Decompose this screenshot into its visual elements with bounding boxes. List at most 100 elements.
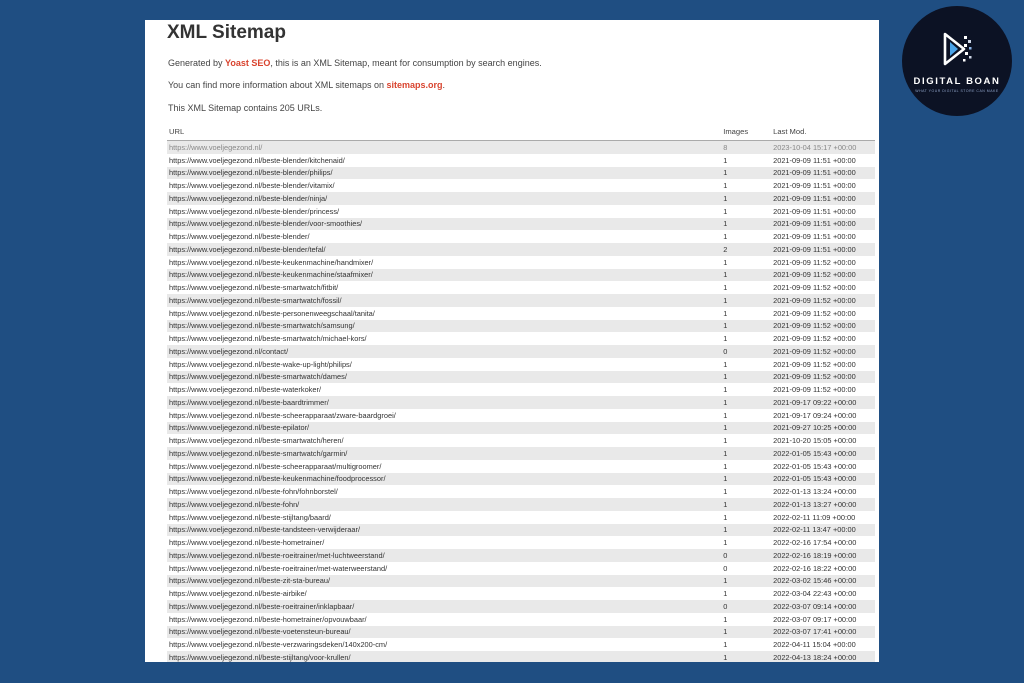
table-body: https://www.voeljegezond.nl/8 2023-10-04 … (167, 140, 875, 662)
row-images-count: 1 (723, 523, 774, 537)
table-row: https://www.voeljegezond.nl/beste-hometr… (167, 536, 875, 549)
row-images-count: 1 (723, 410, 728, 420)
row-url-link[interactable]: https://www.voeljegezond.nl/beste-verzwa… (167, 638, 723, 651)
row-images-count: 1 (723, 268, 774, 282)
row-url-link[interactable]: https://www.voeljegezond.nl/beste-keuken… (167, 268, 724, 282)
table-row: https://www.voeljegezond.nl/beste-roeitr… (167, 549, 875, 562)
row-url-link[interactable]: https://www.voeljegezond.nl/beste-smartw… (167, 294, 724, 307)
row-url-link[interactable]: https://www.voeljegezond.nl/beste-blende… (167, 230, 723, 243)
row-url-link[interactable]: https://www.voeljegezond.nl/beste-baardt… (167, 396, 724, 409)
intro-suffix: , this is an XML Sitemap, meant for cons… (270, 58, 542, 68)
row-last-modified: 2021-09-09 11:52 +00:00 (773, 283, 856, 293)
row-last-modified: 2022-01-05 15:43 +00:00 (773, 447, 875, 460)
row-url-link[interactable]: https://www.voeljegezond.nl/beste-epilat… (167, 421, 724, 435)
row-url-link[interactable]: https://www.voeljegezond.nl/beste-stijlt… (167, 511, 723, 524)
row-last-modified: 2021-09-09 11:52 +00:00 (773, 345, 875, 358)
table-row: https://www.voeljegezond.nl/beste-baardt… (167, 396, 875, 409)
table-row: https://www.voeljegezond.nl/beste-waterk… (167, 383, 875, 396)
row-url-link[interactable]: https://www.voeljegezond.nl/beste-smartw… (167, 319, 724, 333)
row-url-link[interactable]: https://www.voeljegezond.nl/beste-smartw… (167, 281, 723, 294)
row-url-link[interactable]: https://www.voeljegezond.nl/beste-roeitr… (167, 549, 724, 562)
row-url-link[interactable]: https://www.voeljegezond.nl/beste-keuken… (167, 472, 724, 486)
row-last-modified: 2021-09-09 11:51 +00:00 (773, 206, 856, 216)
row-url-link[interactable]: https://www.voeljegezond.nl/beste-scheer… (167, 409, 723, 422)
row-url-link[interactable]: https://www.voeljegezond.nl/beste-airbik… (167, 587, 723, 600)
table-row: https://www.voeljegezond.nl/beste-scheer… (167, 460, 875, 473)
table-row: https://www.voeljegezond.nl/beste-blende… (167, 217, 875, 231)
table-row: https://www.voeljegezond.nl/beste-smartw… (167, 332, 875, 345)
row-last-modified: 2021-09-09 11:51 +00:00 (773, 232, 856, 242)
row-url-link[interactable]: https://www.voeljegezond.nl/beste-voeten… (167, 625, 724, 639)
row-images-count: 1 (723, 498, 774, 511)
table-row: https://www.voeljegezond.nl/beste-blende… (167, 166, 875, 180)
row-images-count: 1 (723, 192, 774, 205)
header-url[interactable]: URL (167, 125, 724, 141)
row-last-modified: 2021-09-09 11:51 +00:00 (773, 243, 875, 256)
row-url-link[interactable]: https://www.voeljegezond.nl/beste-stijlt… (167, 651, 724, 662)
row-url-link[interactable]: https://www.voeljegezond.nl/contact/ (167, 345, 724, 358)
table-row: https://www.voeljegezond.nl/beste-smartw… (167, 434, 875, 447)
row-url-link[interactable]: https://www.voeljegezond.nl/beste-blende… (167, 217, 724, 231)
header-last-mod[interactable]: Last Mod. (773, 125, 875, 141)
row-url-link[interactable]: https://www.voeljegezond.nl/beste-waterk… (167, 383, 723, 396)
table-row: https://www.voeljegezond.nl/beste-stijlt… (167, 511, 875, 524)
header-images[interactable]: Images (723, 125, 774, 141)
row-url-link[interactable]: https://www.voeljegezond.nl/beste-roeitr… (167, 600, 724, 613)
row-images-count: 1 (723, 294, 774, 307)
row-url-link[interactable]: https://www.voeljegezond.nl/beste-blende… (167, 179, 723, 192)
row-images-count: 1 (723, 436, 728, 446)
sitemaps-org-link[interactable]: sitemaps.org (386, 80, 442, 90)
table-row: https://www.voeljegezond.nl/beste-smartw… (167, 294, 875, 307)
row-url-link[interactable]: https://www.voeljegezond.nl/beste-fohn/ (167, 498, 724, 511)
table-row: https://www.voeljegezond.nl/beste-smartw… (167, 281, 875, 294)
table-row: https://www.voeljegezond.nl/beste-airbik… (167, 587, 875, 600)
row-url-link[interactable]: https://www.voeljegezond.nl/ (167, 140, 724, 154)
row-url-link[interactable]: https://www.voeljegezond.nl/beste-roeitr… (167, 562, 723, 575)
row-images-count: 1 (723, 651, 774, 662)
row-last-modified: 2022-01-13 13:27 +00:00 (773, 498, 875, 511)
table-row: https://www.voeljegezond.nl/beste-voeten… (167, 625, 875, 639)
row-last-modified: 2021-09-09 11:52 +00:00 (773, 359, 856, 369)
row-url-link[interactable]: https://www.voeljegezond.nl/beste-blende… (167, 166, 724, 180)
row-images-count: 1 (723, 472, 774, 486)
row-url-link[interactable]: https://www.voeljegezond.nl/beste-blende… (167, 205, 723, 218)
row-last-modified: 2022-03-04 22:43 +00:00 (773, 589, 857, 599)
row-images-count: 1 (723, 385, 728, 395)
row-url-link[interactable]: https://www.voeljegezond.nl/beste-fohn/f… (167, 485, 723, 498)
table-row: https://www.voeljegezond.nl/8 2023-10-04 … (167, 140, 875, 154)
row-url-link[interactable]: https://www.voeljegezond.nl/beste-zit-st… (167, 574, 724, 588)
row-url-link[interactable]: https://www.voeljegezond.nl/beste-hometr… (167, 613, 723, 626)
info-text: You can find more information about XML … (168, 80, 445, 90)
row-url-link[interactable]: https://www.voeljegezond.nl/beste-smartw… (167, 332, 723, 345)
row-images-count: 0 (723, 345, 774, 358)
row-last-modified: 2022-02-11 13:47 +00:00 (773, 523, 875, 537)
row-url-link[interactable]: https://www.voeljegezond.nl/beste-smartw… (167, 447, 724, 460)
row-url-link[interactable]: https://www.voeljegezond.nl/beste-blende… (167, 154, 723, 167)
row-url-link[interactable]: https://www.voeljegezond.nl/beste-person… (167, 307, 723, 320)
table-row: https://www.voeljegezond.nl/beste-fohn/f… (167, 485, 875, 498)
row-last-modified: 2022-04-11 15:04 +00:00 (773, 640, 856, 650)
row-images-count: 1 (723, 166, 774, 180)
row-last-modified: 2022-02-16 18:19 +00:00 (773, 549, 875, 562)
info-prefix: You can find more information about XML … (168, 80, 387, 90)
row-last-modified: 2022-03-07 17:41 +00:00 (773, 625, 875, 639)
row-url-link[interactable]: https://www.voeljegezond.nl/beste-blende… (167, 243, 724, 256)
row-url-link[interactable]: https://www.voeljegezond.nl/beste-wake-u… (167, 358, 723, 371)
yoast-seo-link[interactable]: Yoast SEO (225, 58, 270, 68)
row-url-link[interactable]: https://www.voeljegezond.nl/beste-hometr… (167, 536, 723, 549)
row-url-link[interactable]: https://www.voeljegezond.nl/beste-tandst… (167, 523, 724, 537)
table-row: https://www.voeljegezond.nl/beste-blende… (167, 205, 875, 218)
row-images-count: 0 (723, 549, 774, 562)
row-url-link[interactable]: https://www.voeljegezond.nl/beste-blende… (167, 192, 724, 205)
row-last-modified: 2022-01-05 15:43 +00:00 (773, 472, 875, 486)
row-images-count: 1 (723, 447, 774, 460)
row-url-link[interactable]: https://www.voeljegezond.nl/beste-smartw… (167, 370, 724, 384)
row-images-count: 1 (723, 155, 728, 165)
row-last-modified: 2022-03-07 09:14 +00:00 (773, 600, 875, 613)
row-images-count: 1 (723, 370, 774, 384)
row-last-modified: 2021-09-09 11:52 +00:00 (773, 268, 875, 282)
row-url-link[interactable]: https://www.voeljegezond.nl/beste-keuken… (167, 256, 723, 269)
row-images-count: 1 (723, 319, 774, 333)
row-url-link[interactable]: https://www.voeljegezond.nl/beste-scheer… (167, 460, 723, 473)
row-url-link[interactable]: https://www.voeljegezond.nl/beste-smartw… (167, 434, 723, 447)
